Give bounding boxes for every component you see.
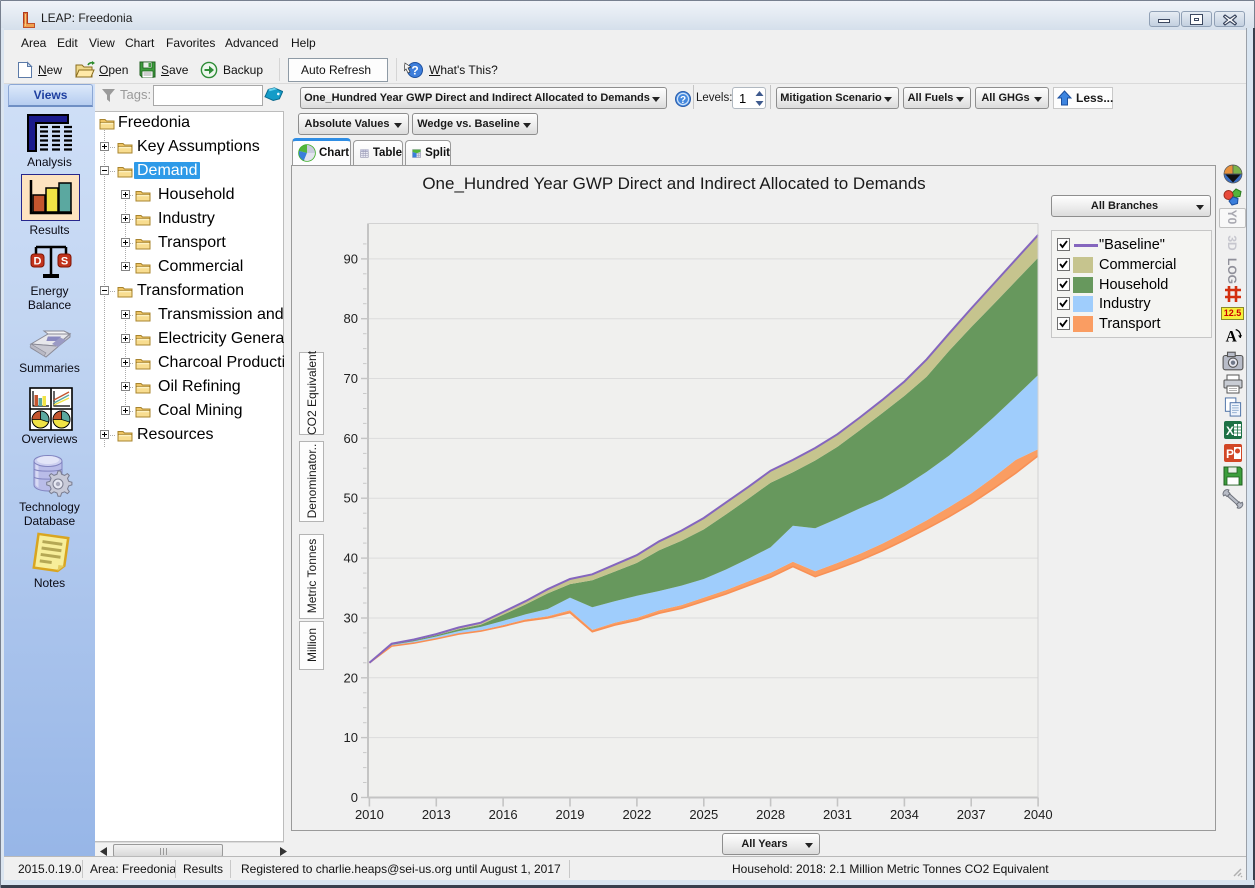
svg-text:20: 20 (344, 670, 358, 685)
svg-text:0: 0 (351, 790, 358, 805)
svg-text:P: P (1226, 447, 1234, 461)
svg-text:2037: 2037 (957, 807, 986, 822)
svg-text:2028: 2028 (756, 807, 785, 822)
svg-text:A: A (1226, 328, 1238, 345)
svg-text:?: ? (680, 95, 686, 106)
svg-text:50: 50 (344, 491, 358, 506)
svg-text:2025: 2025 (689, 807, 718, 822)
svg-text:2010: 2010 (355, 807, 384, 822)
svg-text:2013: 2013 (422, 807, 451, 822)
svg-text:40: 40 (344, 551, 358, 566)
svg-text:2019: 2019 (556, 807, 585, 822)
svg-text:70: 70 (344, 371, 358, 386)
svg-text:X: X (1226, 424, 1234, 438)
svg-text:2022: 2022 (622, 807, 651, 822)
svg-text:60: 60 (344, 431, 358, 446)
svg-text:2034: 2034 (890, 807, 919, 822)
svg-text:?: ? (411, 64, 418, 78)
svg-text:2031: 2031 (823, 807, 852, 822)
svg-text:80: 80 (344, 311, 358, 326)
svg-text:2040: 2040 (1024, 807, 1053, 822)
svg-text:30: 30 (344, 611, 358, 626)
svg-text:90: 90 (344, 251, 358, 266)
svg-text:S: S (61, 256, 68, 268)
svg-text:2016: 2016 (489, 807, 518, 822)
svg-text:D: D (34, 256, 42, 268)
svg-text:10: 10 (344, 730, 358, 745)
